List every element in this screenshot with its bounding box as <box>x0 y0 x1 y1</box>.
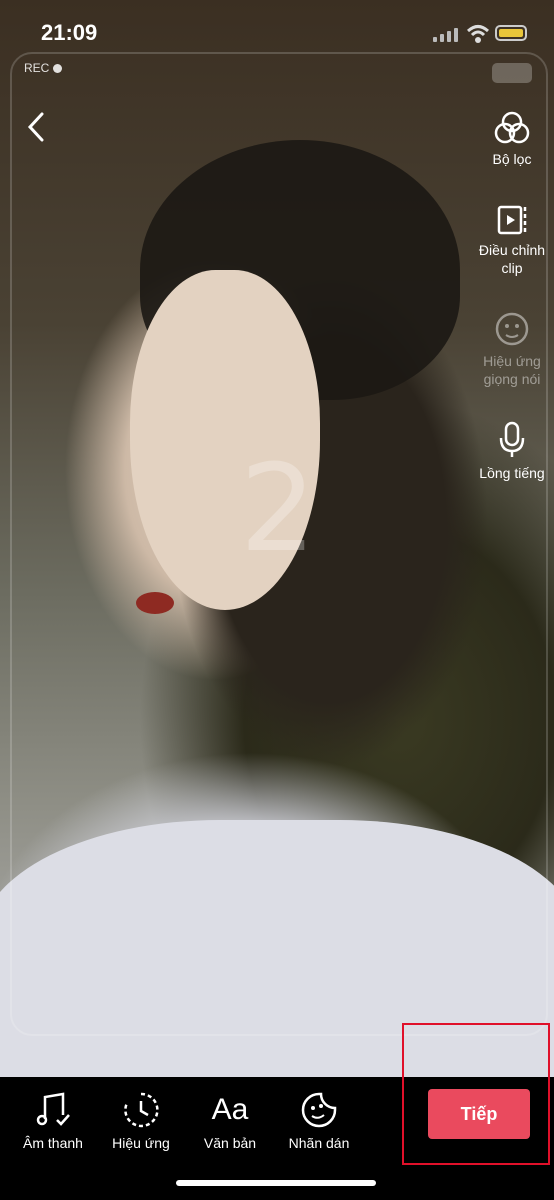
rec-indicator: REC <box>24 61 63 75</box>
back-chevron-icon[interactable] <box>22 110 52 144</box>
text-button[interactable]: Aa Văn bản <box>185 1091 275 1151</box>
home-indicator <box>176 1180 376 1186</box>
voice-effects-button[interactable]: Hiệu ứng giọng nói <box>470 310 554 388</box>
microphone-icon <box>499 421 525 457</box>
effects-label: Hiệu ứng <box>112 1135 170 1151</box>
voiceover-label: Lồng tiếng <box>479 465 545 481</box>
battery-icon <box>495 25 527 41</box>
camera-battery-icon <box>492 63 532 83</box>
status-time: 21:09 <box>41 20 98 45</box>
wifi-icon <box>466 25 490 43</box>
filters-button[interactable]: Bộ lọc <box>470 110 554 168</box>
sounds-label: Âm thanh <box>23 1135 83 1151</box>
cellular-signal-icon <box>433 28 459 42</box>
adjust-clip-button[interactable]: Điều chỉnh clip <box>470 203 554 277</box>
filters-icon <box>494 111 530 144</box>
filters-label: Bộ lọc <box>492 151 532 167</box>
voice-effects-icon <box>495 312 529 346</box>
highlight-box <box>402 1023 550 1165</box>
effects-timer-icon <box>124 1092 159 1128</box>
adjust-clip-icon <box>497 205 527 235</box>
voice-effects-label: Hiệu ứng giọng nói <box>483 353 541 387</box>
sticker-icon <box>301 1092 337 1128</box>
sounds-button[interactable]: Âm thanh <box>8 1091 98 1151</box>
text-label: Văn bản <box>203 1135 257 1151</box>
music-note-icon <box>36 1092 70 1126</box>
lips-shape <box>136 592 174 614</box>
stickers-label: Nhãn dán <box>288 1135 350 1151</box>
adjust-clip-label: Điều chỉnh clip <box>478 242 546 276</box>
voiceover-button[interactable]: Lồng tiếng <box>470 420 554 482</box>
effects-button[interactable]: Hiệu ứng <box>96 1091 186 1151</box>
stickers-button[interactable]: Nhãn dán <box>274 1091 364 1151</box>
text-icon: Aa <box>211 1093 249 1126</box>
countdown-number: 2 <box>239 440 317 579</box>
